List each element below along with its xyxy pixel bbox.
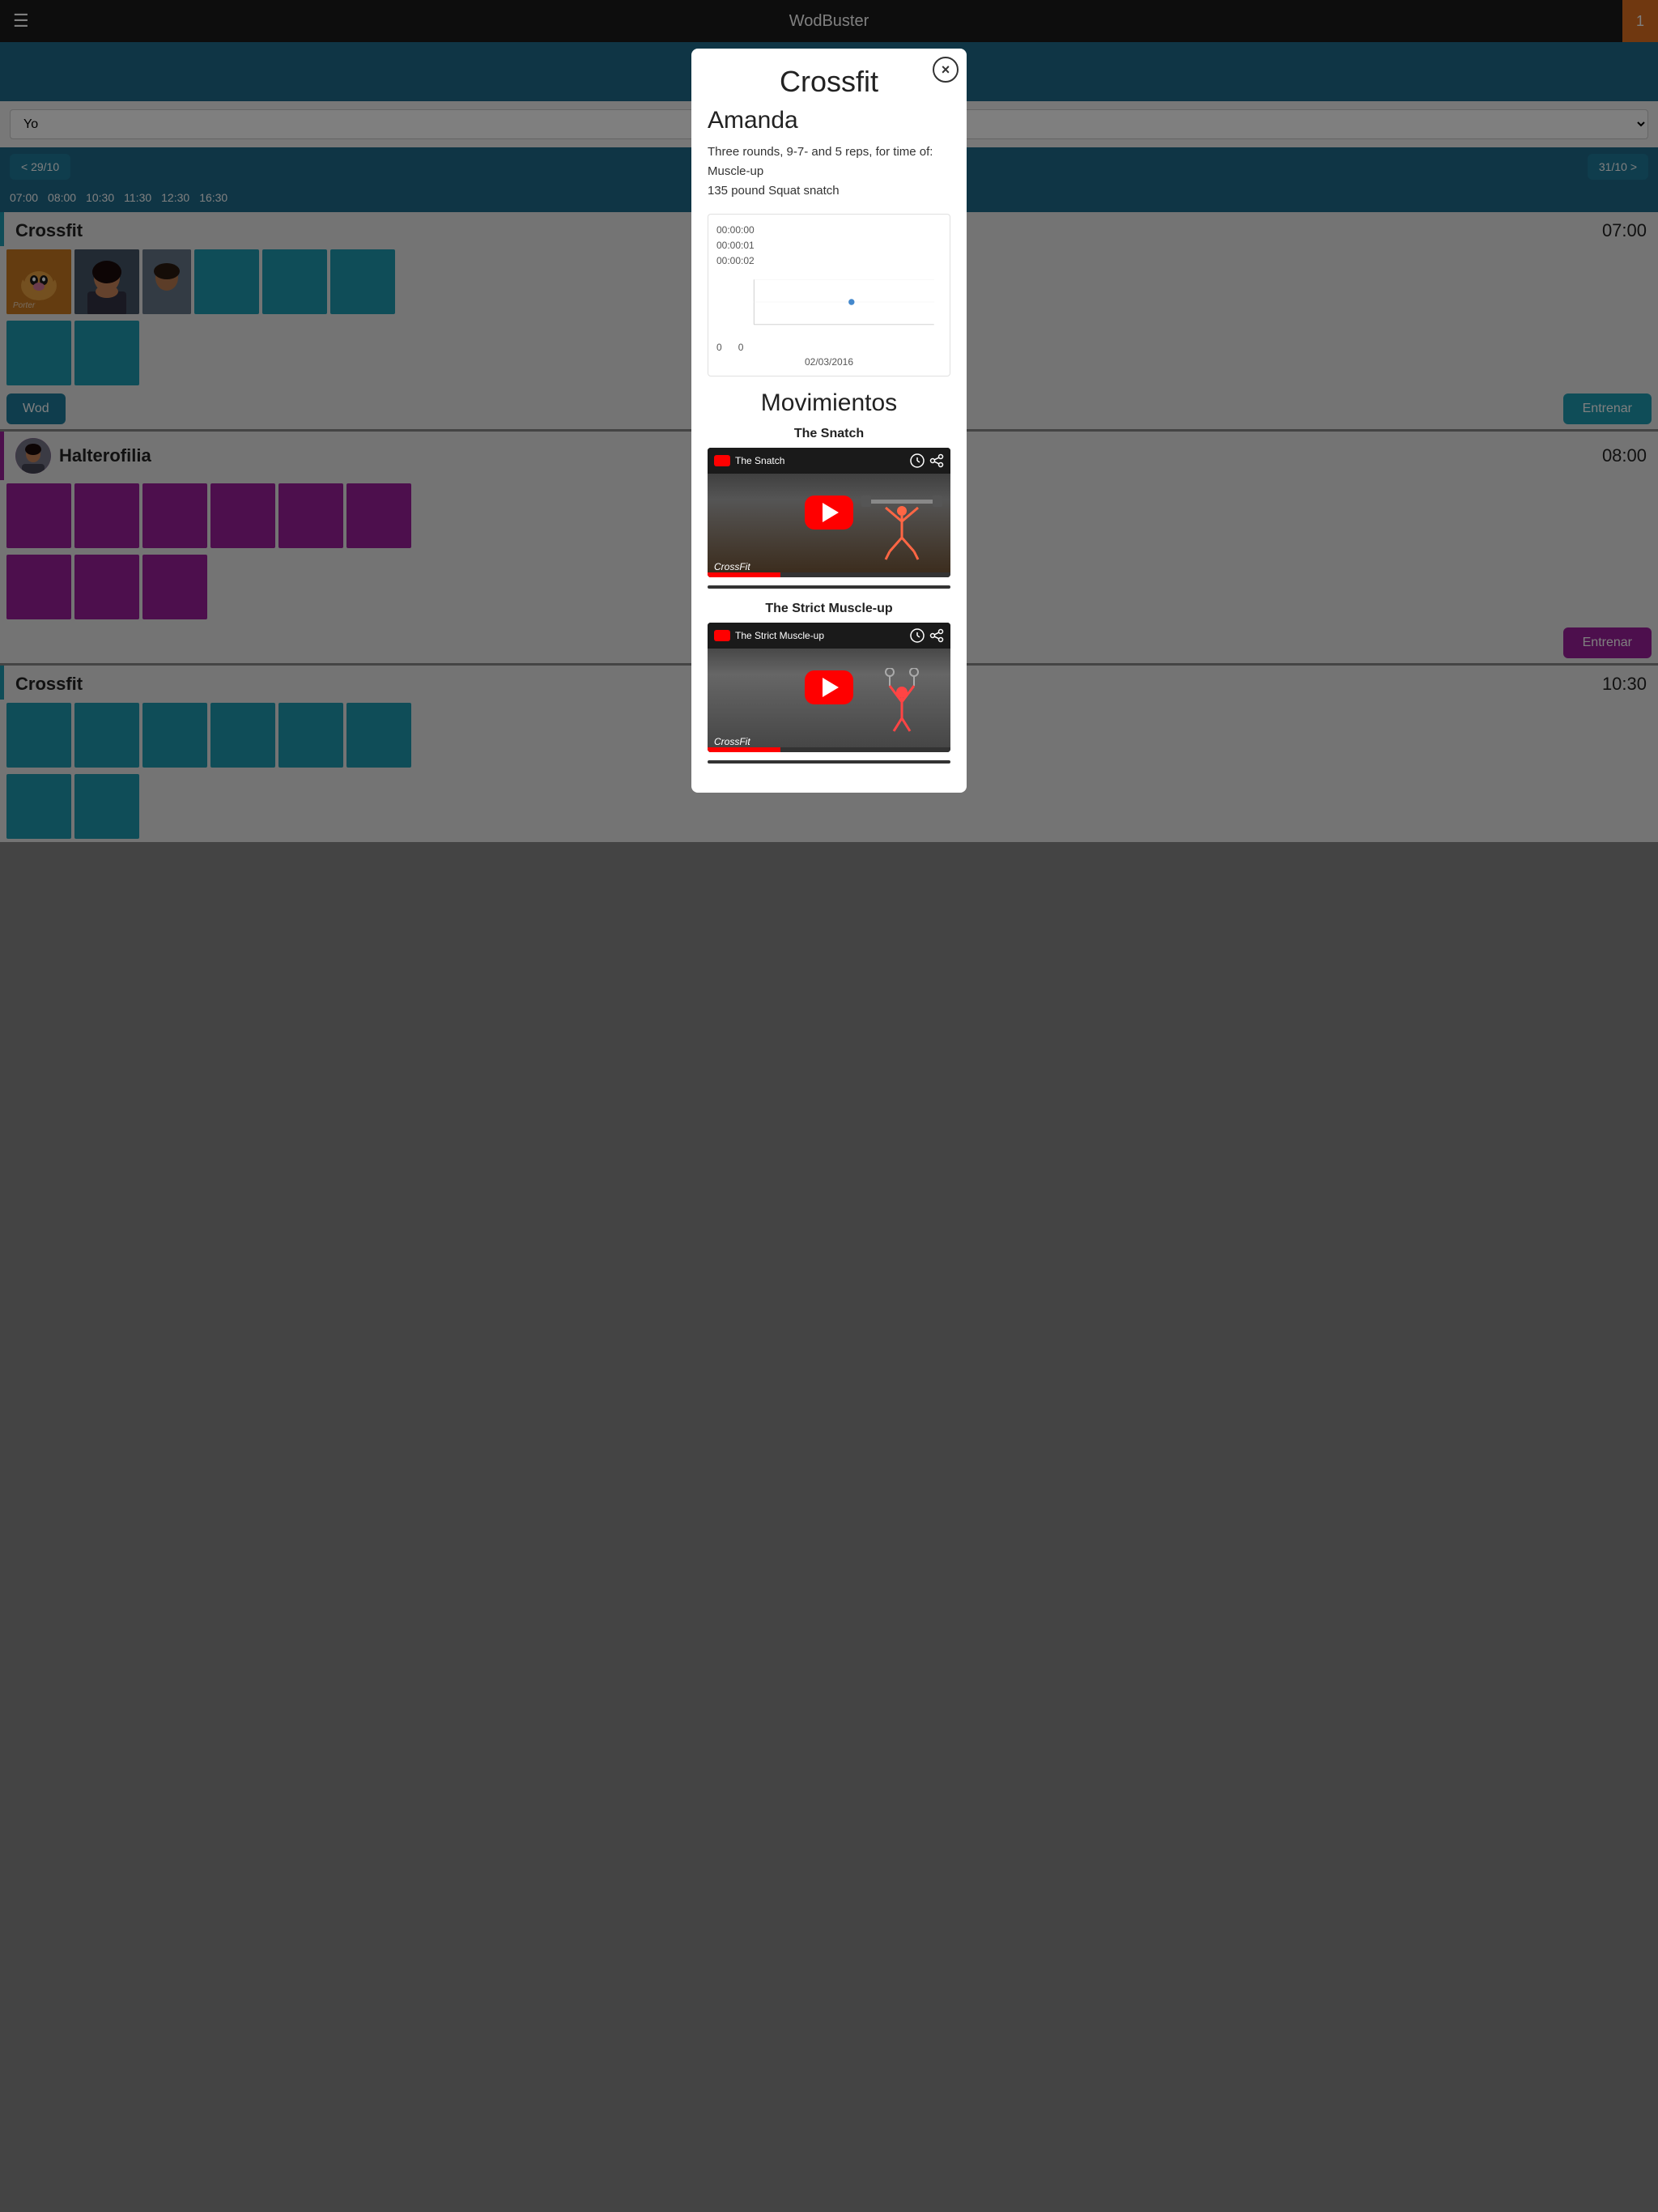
video-top-bar-snatch: The Snatch: [708, 448, 950, 474]
video-inner-snatch: The Snatch: [708, 448, 950, 577]
youtube-icon-snatch: [714, 455, 730, 466]
chart-nums: 0 0: [716, 342, 942, 353]
chart-num-1: 0: [738, 342, 744, 353]
chart-y-0: 00:00:00: [716, 223, 942, 238]
video-progress-muscleup: [708, 747, 950, 752]
video-thumb-muscleup[interactable]: The Strict Muscle-up: [708, 623, 950, 752]
share-icon-2: [929, 628, 944, 643]
wod-chart: 00:00:00 00:00:01 00:00:02 0 0 02/03/201…: [708, 214, 950, 376]
modal-description: Three rounds, 9-7- and 5 reps, for time …: [708, 143, 950, 201]
chart-y-1: 00:00:01: [716, 238, 942, 253]
modal-desc-line2: Muscle-up: [708, 164, 763, 178]
modal-overlay: × Crossfit Amanda Three rounds, 9-7- and…: [0, 0, 1658, 2212]
chart-y-2: 00:00:02: [716, 253, 942, 269]
video-top-bar-muscleup: The Strict Muscle-up: [708, 623, 950, 649]
play-button-muscleup[interactable]: [805, 670, 853, 704]
snatch-figure: [861, 493, 942, 566]
chart-x-label: 02/03/2016: [716, 356, 942, 368]
chart-svg: [716, 270, 942, 334]
modal-close-button[interactable]: ×: [933, 57, 959, 83]
modal-wod-name: Amanda: [708, 107, 950, 134]
video-thumb-snatch[interactable]: The Snatch: [708, 448, 950, 577]
muscleup-figure: [861, 668, 942, 741]
video-title-text-snatch: The Snatch: [735, 455, 910, 466]
youtube-icon-muscleup: [714, 630, 730, 641]
share-icon: [929, 453, 944, 468]
clock-icon: [910, 453, 925, 468]
modal-desc-line1: Three rounds, 9-7- and 5 reps, for time …: [708, 145, 933, 159]
video-label-0: The Snatch: [708, 427, 950, 441]
video-title-text-muscleup: The Strict Muscle-up: [735, 630, 910, 641]
clock-icon-2: [910, 628, 925, 643]
chart-num-0: 0: [716, 342, 722, 353]
crossfit-watermark-muscleup: CrossFit: [714, 736, 750, 747]
crossfit-watermark-snatch: CrossFit: [714, 561, 750, 572]
wod-modal: × Crossfit Amanda Three rounds, 9-7- and…: [691, 49, 967, 793]
video-inner-muscleup: The Strict Muscle-up: [708, 623, 950, 752]
movimientos-title: Movimientos: [708, 389, 950, 417]
divider-2: [708, 760, 950, 764]
modal-sport-title: Crossfit: [708, 65, 950, 99]
video-label-1: The Strict Muscle-up: [708, 602, 950, 616]
play-button-snatch[interactable]: [805, 496, 853, 530]
modal-desc-line3: 135 pound Squat snatch: [708, 184, 840, 198]
chart-y-labels: 00:00:00 00:00:01 00:00:02: [716, 223, 942, 270]
video-progress-snatch: [708, 572, 950, 577]
divider-1: [708, 585, 950, 589]
